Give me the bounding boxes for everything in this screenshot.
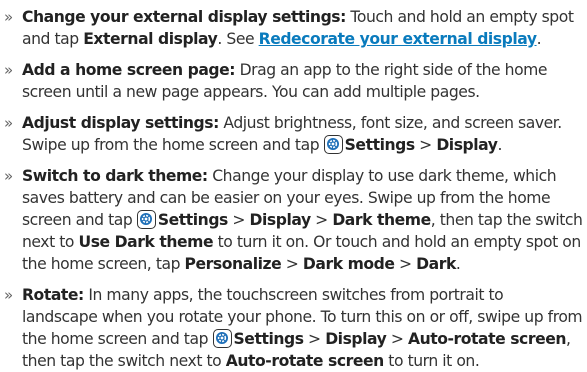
bullet: » [4, 167, 13, 185]
redecorate-external-display-link[interactable]: Redecorate your external display [259, 30, 537, 48]
item-text: . [536, 30, 542, 48]
bold-term: Auto-rotate screen [225, 352, 384, 370]
item-title: Switch to dark theme: [22, 167, 208, 185]
bold-term: Personalize [184, 255, 282, 273]
item-text: > [281, 255, 303, 273]
bold-term: Use Dark theme [78, 233, 214, 251]
item-text: . [455, 255, 461, 273]
bold-term: External display [83, 30, 218, 48]
bold-term: Dark [416, 255, 456, 273]
tips-list: » Change your external display settings:… [0, 0, 587, 372]
item-title: Change your external display settings: [22, 8, 346, 26]
settings-gear-icon [212, 329, 232, 348]
bold-term: Settings [344, 136, 415, 154]
settings-gear-icon [323, 135, 343, 154]
bullet: » [4, 61, 13, 79]
list-item-dark-theme: » Switch to dark theme: Change your disp… [0, 165, 587, 275]
bold-term: Settings [233, 330, 304, 348]
item-title: Rotate: [22, 286, 84, 304]
item-title: Add a home screen page: [22, 61, 236, 79]
bold-term: Dark theme [332, 211, 431, 229]
item-text: > [414, 136, 437, 154]
list-item-external-display: » Change your external display settings:… [0, 6, 587, 50]
list-item-home-screen-page: » Add a home screen page: Drag an app to… [0, 59, 587, 103]
item-text: > [303, 330, 326, 348]
settings-gear-icon [136, 210, 156, 229]
list-item-display-settings: » Adjust display settings: Adjust bright… [0, 112, 587, 156]
bold-term: Display [325, 330, 387, 348]
item-text: to turn it on. [383, 352, 480, 370]
item-text: > [386, 330, 408, 348]
item-text: > [310, 211, 333, 229]
bold-term: Auto-rotate screen [407, 330, 566, 348]
bullet: » [4, 286, 13, 304]
bold-term: Dark mode [302, 255, 395, 273]
item-text: . [497, 136, 502, 154]
list-item-rotate: » Rotate: In many apps, the touchscreen … [0, 284, 587, 372]
bullet: » [4, 114, 13, 132]
bold-term: Display [249, 211, 312, 229]
bold-term: Display [436, 136, 498, 154]
item-text: . See [217, 30, 259, 48]
item-text: > [394, 255, 417, 273]
bold-term: Settings [157, 211, 228, 229]
item-title: Adjust display settings: [22, 114, 219, 132]
bullet: » [4, 8, 13, 26]
item-text: > [227, 211, 250, 229]
